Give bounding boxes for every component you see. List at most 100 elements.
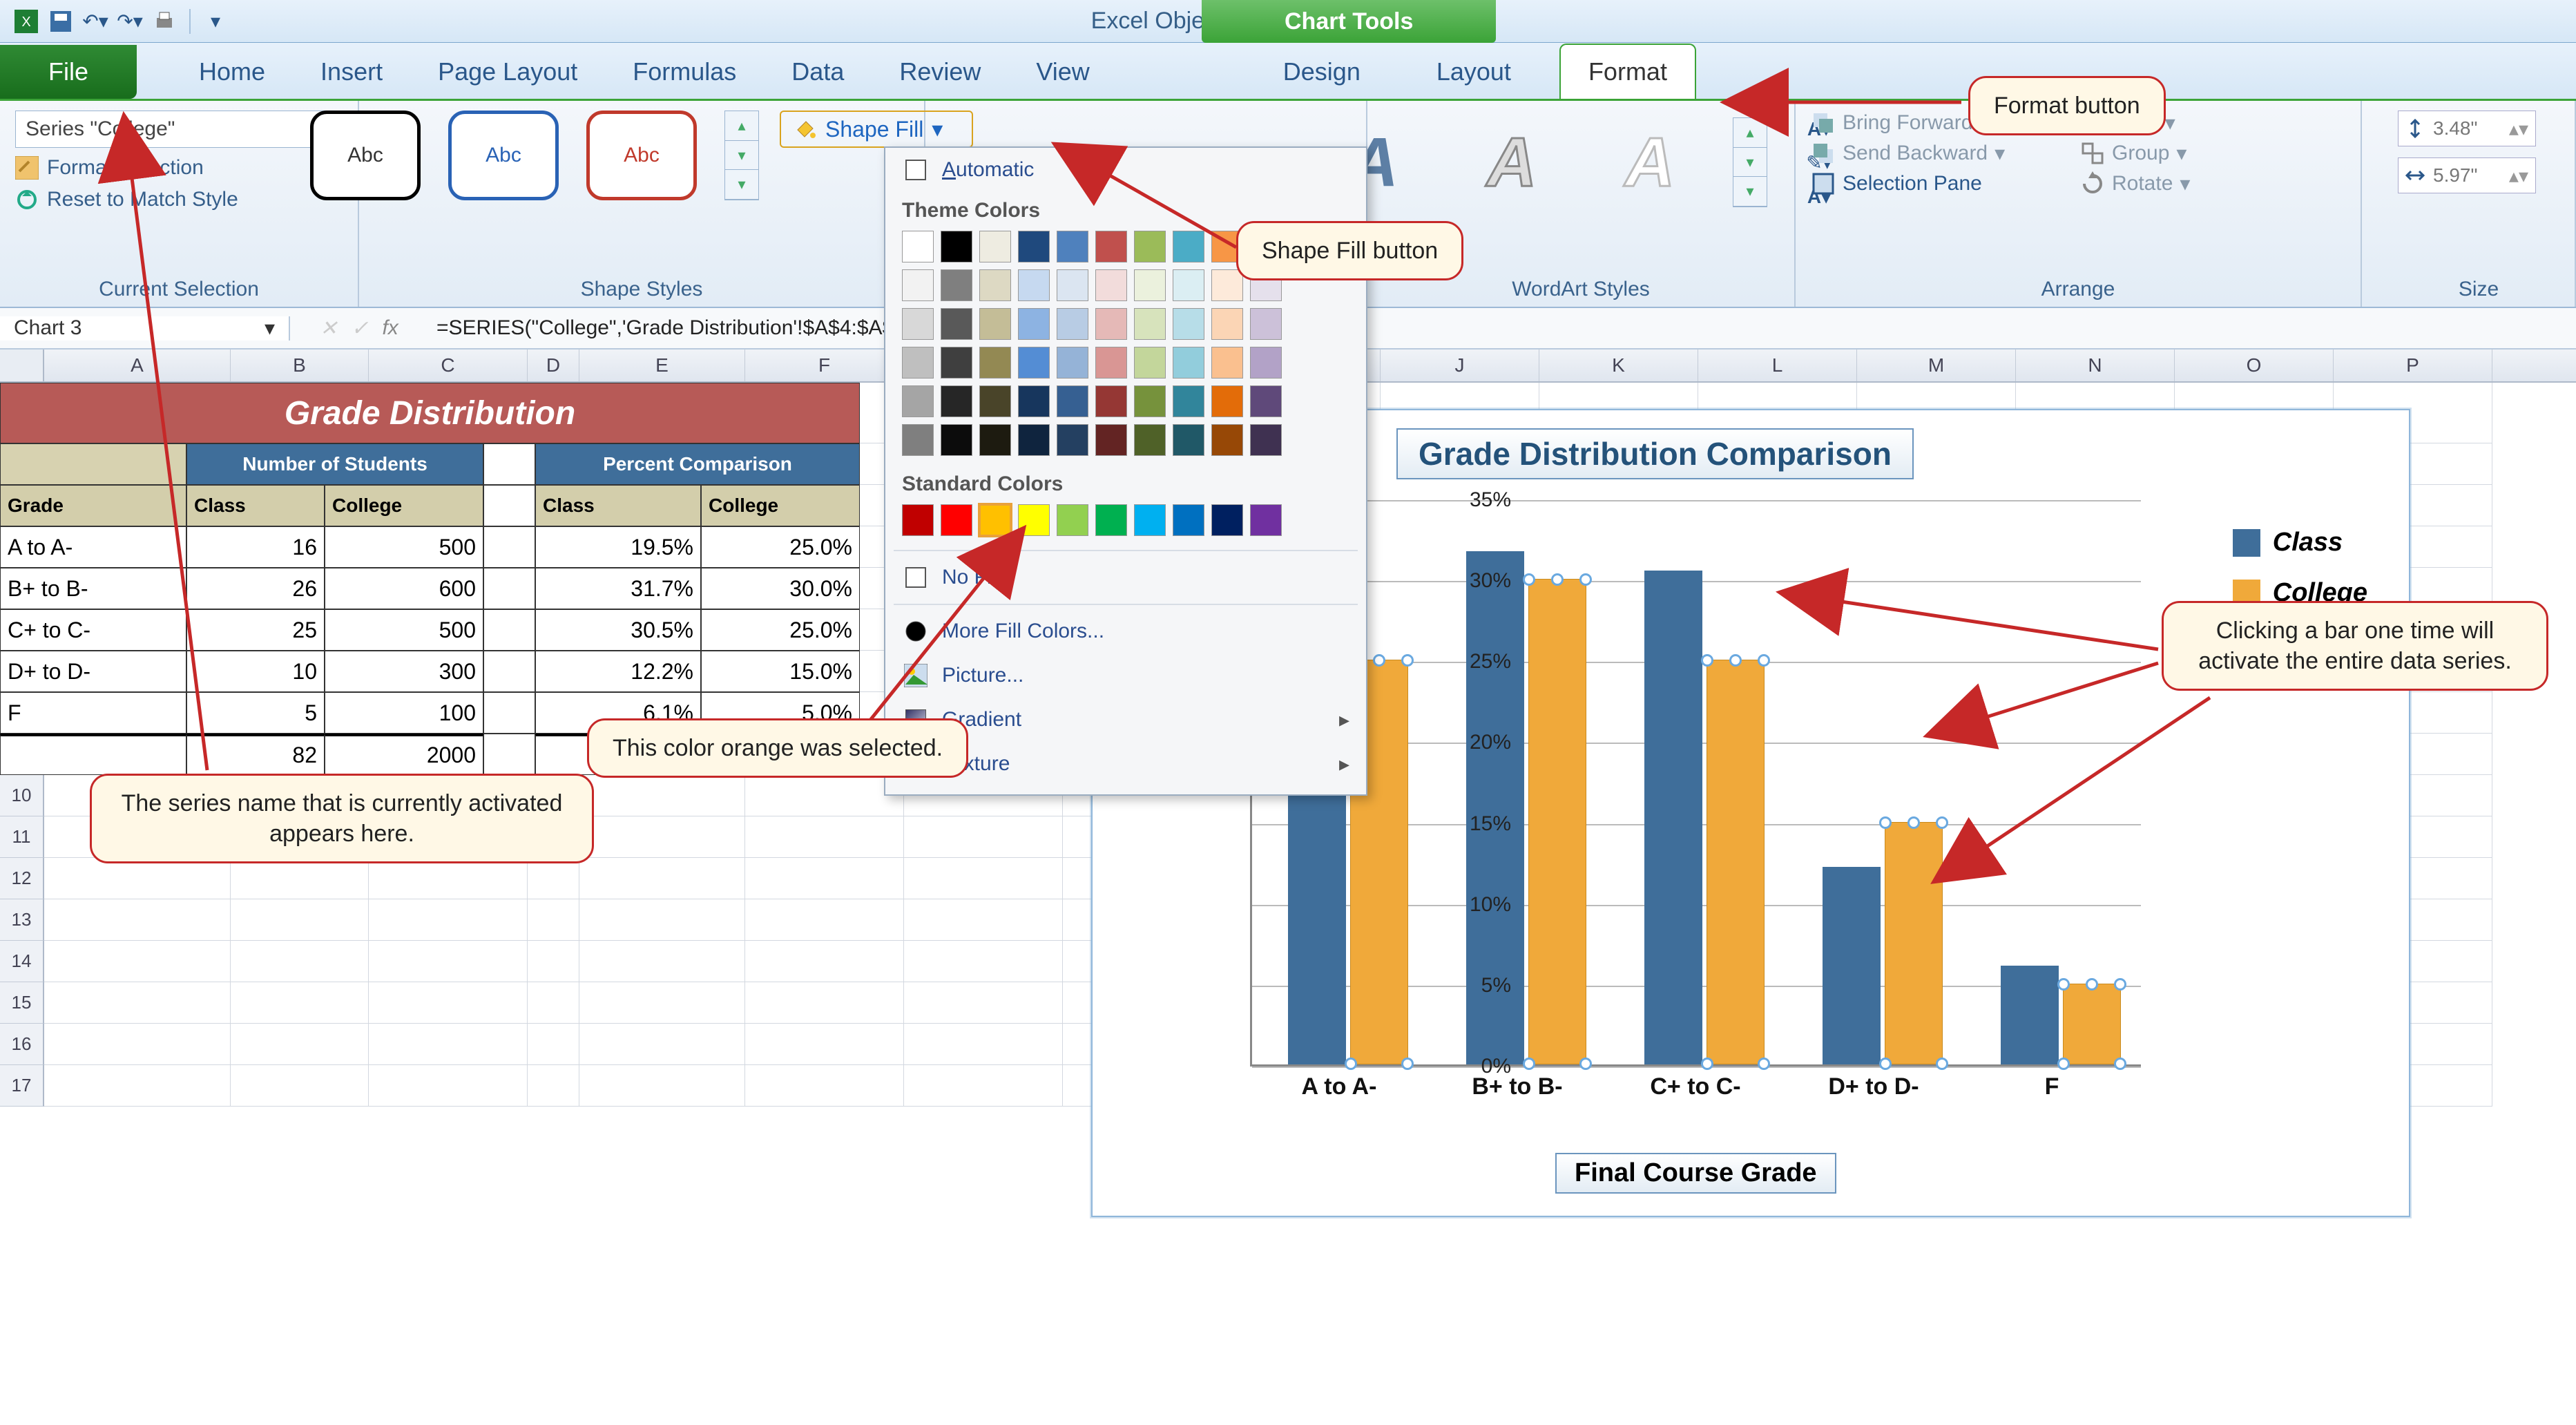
color-swatch[interactable] — [1134, 269, 1166, 301]
tab-insert[interactable]: Insert — [293, 45, 410, 99]
cell[interactable] — [904, 816, 1063, 858]
cell[interactable] — [745, 1065, 904, 1107]
standard-color-grid[interactable] — [885, 500, 1366, 546]
color-swatch[interactable] — [1211, 347, 1243, 379]
style-thumb-3[interactable]: Abc — [586, 111, 697, 200]
style-thumb-2[interactable]: Abc — [448, 111, 559, 200]
bar-class[interactable] — [1288, 749, 1346, 1064]
color-swatch[interactable] — [1095, 231, 1127, 262]
cell[interactable] — [579, 982, 745, 1024]
column-header-J[interactable]: J — [1381, 350, 1539, 381]
tab-layout[interactable]: Layout — [1409, 45, 1539, 99]
wordart-thumb-3[interactable]: A — [1595, 111, 1705, 214]
fill-automatic[interactable]: Automatic — [885, 148, 1366, 192]
color-swatch[interactable] — [1173, 231, 1204, 262]
legend-item-class[interactable]: Class — [2233, 528, 2367, 557]
cell[interactable] — [44, 1024, 231, 1065]
row-header-16[interactable]: 16 — [0, 1024, 44, 1065]
formula-input[interactable]: =SERIES("College",'Grade Distribution'!$… — [428, 316, 2576, 340]
plot-area[interactable] — [1250, 500, 2141, 1067]
color-swatch[interactable] — [941, 308, 972, 340]
bar-class[interactable] — [1644, 571, 1702, 1064]
cell[interactable] — [904, 1065, 1063, 1107]
cell[interactable] — [369, 982, 528, 1024]
color-swatch[interactable] — [979, 347, 1011, 379]
row-header-12[interactable]: 12 — [0, 858, 44, 899]
excel-icon[interactable]: X — [12, 8, 40, 35]
cell[interactable] — [579, 1024, 745, 1065]
cell[interactable] — [528, 1024, 579, 1065]
color-swatch[interactable] — [979, 424, 1011, 456]
cell[interactable] — [528, 941, 579, 982]
color-swatch[interactable] — [1018, 504, 1050, 536]
color-swatch[interactable] — [979, 504, 1011, 536]
cell[interactable] — [904, 941, 1063, 982]
color-swatch[interactable] — [902, 269, 934, 301]
tab-home[interactable]: Home — [171, 45, 293, 99]
color-swatch[interactable] — [1018, 347, 1050, 379]
tab-file[interactable]: File — [0, 45, 137, 99]
row-header-14[interactable]: 14 — [0, 941, 44, 982]
cell[interactable] — [369, 941, 528, 982]
column-header-F[interactable]: F — [745, 350, 904, 381]
color-swatch[interactable] — [1173, 504, 1204, 536]
bar-college[interactable] — [1528, 579, 1586, 1064]
row-header-17[interactable]: 17 — [0, 1065, 44, 1107]
color-swatch[interactable] — [1018, 308, 1050, 340]
cell[interactable] — [44, 982, 231, 1024]
color-swatch[interactable] — [1211, 424, 1243, 456]
color-swatch[interactable] — [1250, 308, 1282, 340]
color-swatch[interactable] — [1134, 504, 1166, 536]
cell[interactable] — [528, 982, 579, 1024]
column-header-D[interactable]: D — [528, 350, 579, 381]
color-swatch[interactable] — [1018, 385, 1050, 417]
color-swatch[interactable] — [1134, 308, 1166, 340]
color-swatch[interactable] — [1095, 424, 1127, 456]
column-header-E[interactable]: E — [579, 350, 745, 381]
select-all-corner[interactable] — [0, 350, 44, 381]
column-header-P[interactable]: P — [2334, 350, 2492, 381]
color-swatch[interactable] — [1173, 269, 1204, 301]
group-button[interactable]: Group ▾ — [2080, 141, 2260, 166]
cell[interactable] — [579, 1065, 745, 1107]
cell[interactable] — [231, 1065, 369, 1107]
cell[interactable] — [528, 858, 579, 899]
color-swatch[interactable] — [979, 385, 1011, 417]
bar-college[interactable] — [1885, 822, 1943, 1064]
shape-width-input[interactable]: 5.97"▴▾ — [2398, 157, 2536, 193]
cell[interactable] — [231, 858, 369, 899]
fill-no-fill[interactable]: No Fill — [885, 555, 1366, 600]
wordart-scroll[interactable]: ▴▾▾ — [1733, 117, 1767, 207]
row-header-10[interactable]: 10 — [0, 775, 44, 816]
color-swatch[interactable] — [1134, 347, 1166, 379]
cell[interactable] — [579, 816, 745, 858]
color-swatch[interactable] — [1250, 504, 1282, 536]
undo-icon[interactable]: ↶▾ — [81, 8, 109, 35]
fill-more-colors[interactable]: More Fill Colors... — [885, 609, 1366, 653]
bar-college[interactable] — [1707, 660, 1765, 1064]
cell[interactable] — [904, 858, 1063, 899]
cell[interactable] — [44, 899, 231, 941]
cell[interactable] — [44, 941, 231, 982]
cell[interactable] — [579, 775, 745, 816]
enter-icon[interactable]: ✓ — [351, 316, 368, 341]
color-swatch[interactable] — [1057, 269, 1088, 301]
row-header-15[interactable]: 15 — [0, 982, 44, 1024]
cell[interactable] — [745, 982, 904, 1024]
cell[interactable] — [369, 899, 528, 941]
color-swatch[interactable] — [1211, 308, 1243, 340]
cell[interactable] — [231, 1024, 369, 1065]
format-selection-button[interactable]: Format Selection — [15, 156, 343, 180]
column-header-C[interactable]: C — [369, 350, 528, 381]
color-swatch[interactable] — [1057, 504, 1088, 536]
color-swatch[interactable] — [1057, 385, 1088, 417]
color-swatch[interactable] — [902, 231, 934, 262]
cell[interactable] — [904, 982, 1063, 1024]
color-swatch[interactable] — [1095, 504, 1127, 536]
color-swatch[interactable] — [941, 269, 972, 301]
cell[interactable] — [231, 982, 369, 1024]
color-swatch[interactable] — [1173, 385, 1204, 417]
color-swatch[interactable] — [1250, 424, 1282, 456]
color-swatch[interactable] — [1095, 347, 1127, 379]
quick-print-icon[interactable] — [151, 8, 178, 35]
